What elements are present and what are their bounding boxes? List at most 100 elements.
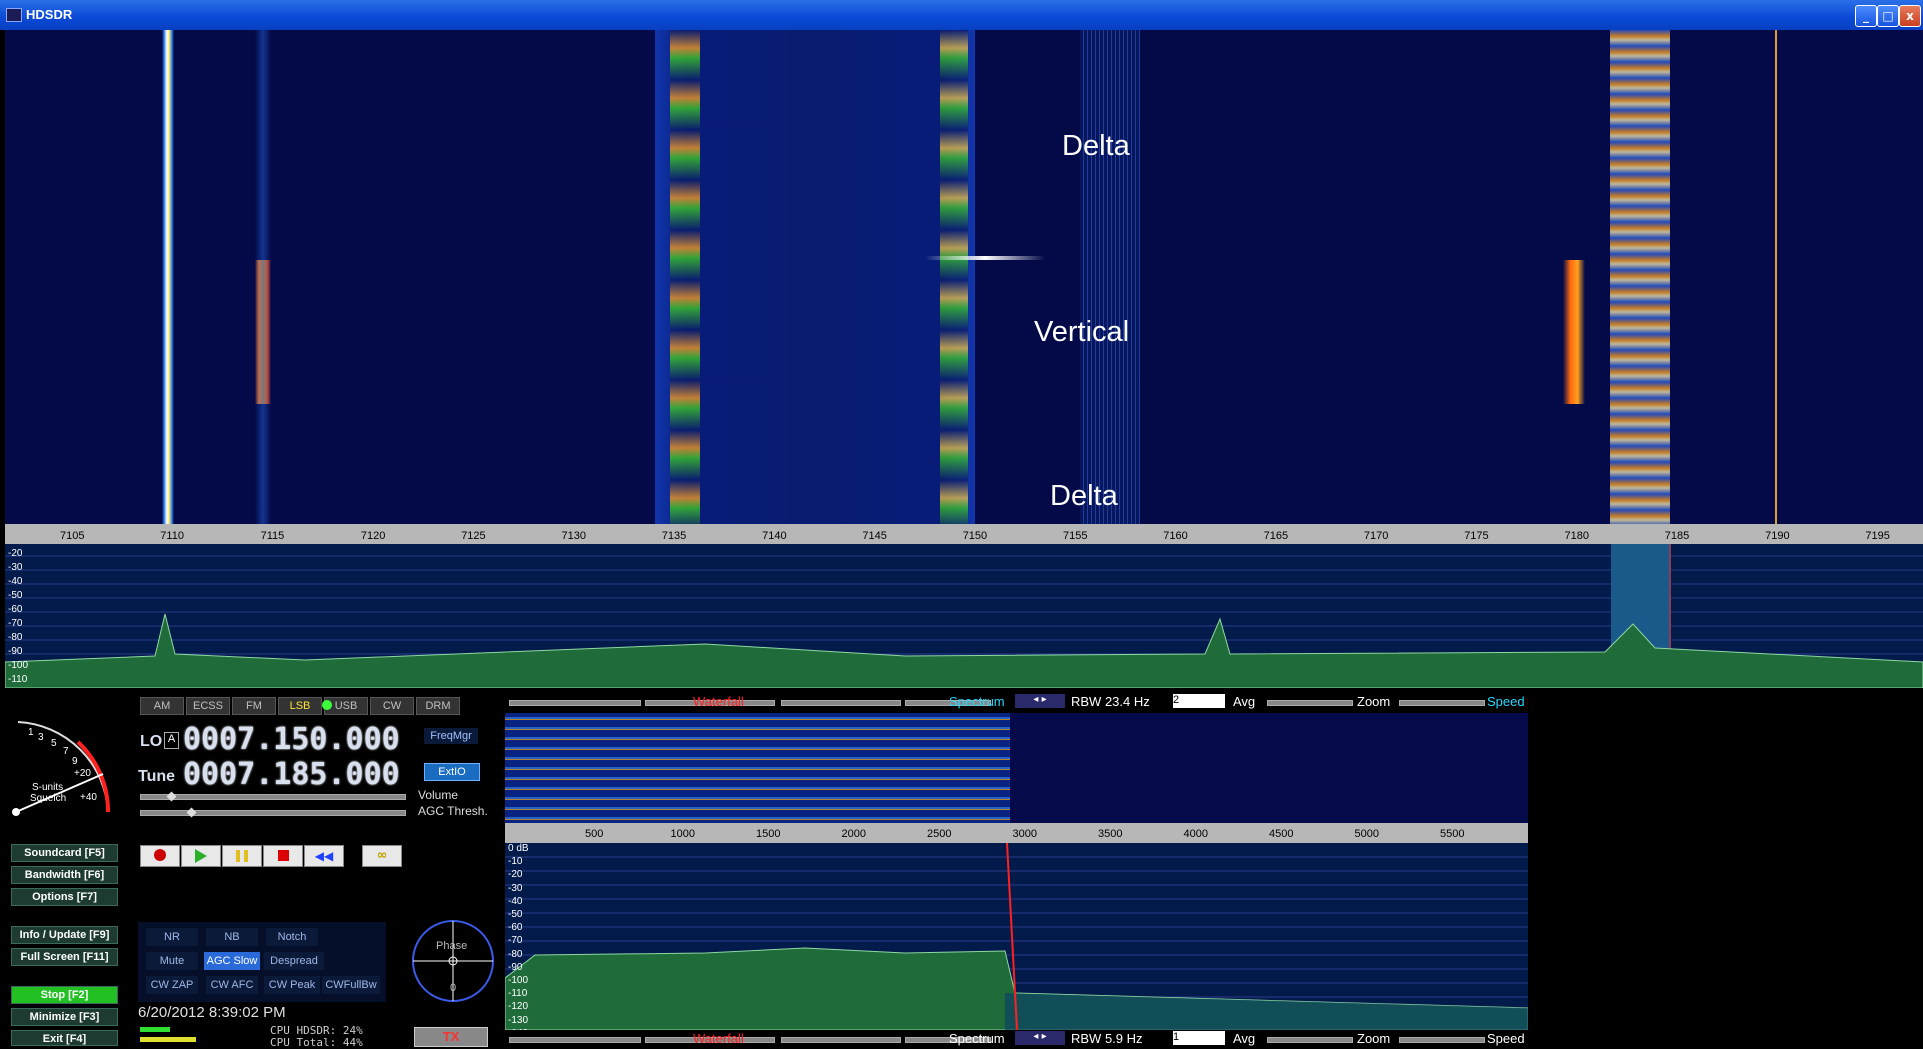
stop-button[interactable]: Stop [F2] bbox=[11, 986, 118, 1004]
audio-db-label: -20 bbox=[508, 869, 523, 881]
top-rbw-label: RBW 23.4 Hz bbox=[1071, 694, 1150, 709]
agc-thresh-label: AGC Thresh. bbox=[418, 804, 488, 818]
volume-slider[interactable] bbox=[140, 794, 406, 800]
freq-tick: 7185 bbox=[1664, 530, 1690, 542]
bottom-zoom-slider[interactable] bbox=[1267, 1037, 1353, 1043]
audio-db-label: -60 bbox=[508, 922, 523, 934]
maximize-window-button[interactable]: □ bbox=[1877, 5, 1899, 27]
freq-tick: 7125 bbox=[461, 530, 486, 542]
audio-db-label: -130 bbox=[508, 1014, 529, 1026]
mode-drm-button[interactable]: DRM bbox=[416, 697, 460, 715]
audio-db-label: -10 bbox=[508, 856, 523, 868]
lo-lock-badge[interactable]: A bbox=[164, 732, 179, 749]
nr-button[interactable]: NR bbox=[146, 928, 198, 946]
top-rbw-stepper[interactable]: ◂ ▸ bbox=[1015, 694, 1065, 708]
bottom-rbw-stepper[interactable]: ◂ ▸ bbox=[1015, 1031, 1065, 1045]
bottom-waterfall-label: Waterfall bbox=[693, 1031, 744, 1046]
rewind-button[interactable]: ◀◀ bbox=[304, 845, 344, 867]
cw-afc-button[interactable]: CW AFC bbox=[206, 976, 258, 994]
record-button[interactable] bbox=[140, 845, 180, 867]
cpu-hdsdr-bar bbox=[140, 1027, 170, 1032]
close-window-button[interactable]: x bbox=[1899, 5, 1921, 27]
phase-value: 0 bbox=[450, 982, 457, 994]
mode-am-button[interactable]: AM bbox=[140, 697, 184, 715]
stop-playback-button[interactable] bbox=[263, 845, 303, 867]
top-spectrum-slider-1[interactable] bbox=[781, 700, 901, 706]
bottom-spectrum-slider-1[interactable] bbox=[781, 1037, 901, 1043]
audio-db-label: -30 bbox=[508, 882, 523, 894]
audio-freq-tick: 500 bbox=[585, 828, 604, 840]
s-meter bbox=[12, 721, 111, 816]
lo-frequency[interactable]: 0007.150.000 bbox=[183, 722, 400, 757]
extio-button[interactable]: ExtIO bbox=[424, 763, 480, 781]
freq-tick: 7120 bbox=[360, 530, 386, 542]
top-avg-value: 2 bbox=[1173, 694, 1180, 706]
top-waterfall-label: Waterfall bbox=[693, 694, 744, 709]
mode-fm-button[interactable]: FM bbox=[232, 697, 276, 715]
label-vertical: Vertical bbox=[1034, 316, 1130, 348]
top-zoom-slider[interactable] bbox=[1267, 700, 1353, 706]
spectrum-db-label: -70 bbox=[8, 618, 23, 629]
bottom-avg-select[interactable]: 1 bbox=[1173, 1031, 1225, 1045]
audio-waterfall[interactable] bbox=[505, 713, 1528, 823]
freq-tick: 7105 bbox=[60, 530, 85, 542]
freq-tick: 7150 bbox=[962, 530, 988, 542]
bottom-speed-label: Speed bbox=[1487, 1031, 1525, 1046]
window-title: HDSDR bbox=[26, 7, 73, 22]
nb-button[interactable]: NB bbox=[206, 928, 258, 946]
audio-freq-tick: 2500 bbox=[927, 828, 952, 840]
bottom-speed-slider[interactable] bbox=[1399, 1037, 1485, 1043]
cw-zap-button[interactable]: CW ZAP bbox=[146, 976, 198, 994]
mode-cw-button[interactable]: CW bbox=[370, 697, 414, 715]
play-button[interactable] bbox=[181, 845, 221, 867]
audio-freq-tick: 1000 bbox=[670, 828, 695, 840]
options-button[interactable]: Options [F7] bbox=[11, 888, 118, 906]
s-scale-plus20: +20 bbox=[74, 768, 91, 779]
minimize-window-button[interactable]: _ bbox=[1855, 5, 1877, 27]
loop-button[interactable]: ∞ bbox=[362, 845, 402, 867]
phase-label: Phase bbox=[436, 940, 468, 952]
s-scale-5: 5 bbox=[51, 738, 57, 749]
info-update-button[interactable]: Info / Update [F9] bbox=[11, 926, 118, 944]
soundcard-button[interactable]: Soundcard [F5] bbox=[11, 844, 118, 862]
agc-slow-button[interactable]: AGC Slow bbox=[204, 952, 260, 970]
tune-frequency[interactable]: 0007.185.000 bbox=[183, 757, 400, 792]
bottom-zoom-label: Zoom bbox=[1357, 1031, 1391, 1046]
main-spectrum[interactable]: -20 -30 -40 -50 -60 -70 -80 -90 -100 -110 bbox=[5, 544, 1923, 688]
cw-peak-button[interactable]: CW Peak bbox=[264, 976, 320, 994]
audio-freq-tick: 4500 bbox=[1269, 828, 1294, 840]
bandwidth-button[interactable]: Bandwidth [F6] bbox=[11, 866, 118, 884]
spectrum-db-label: -90 bbox=[8, 646, 23, 657]
mode-ecss-button[interactable]: ECSS bbox=[186, 697, 230, 715]
cw-fullbw-button[interactable]: CWFullBw bbox=[322, 976, 380, 994]
spectrum-db-label: -40 bbox=[8, 576, 23, 587]
freq-tick: 7180 bbox=[1564, 530, 1589, 542]
exit-button[interactable]: Exit [F4] bbox=[11, 1030, 118, 1046]
despread-button[interactable]: Despread bbox=[264, 952, 324, 970]
top-avg-select[interactable]: 2 bbox=[1173, 694, 1225, 708]
minimize-button[interactable]: Minimize [F3] bbox=[11, 1008, 118, 1026]
agc-threshold-slider[interactable] bbox=[140, 810, 406, 816]
frequency-axis[interactable]: 7105 7110 7115 7120 7125 7130 7135 7140 7145 7150… bbox=[5, 524, 1923, 544]
tx-button[interactable]: TX bbox=[414, 1027, 488, 1047]
audio-spectrum-trace bbox=[505, 843, 1528, 1030]
bottom-avg-value: 1 bbox=[1173, 1031, 1180, 1043]
audio-spectrum[interactable]: 0 dB -10 -20 -30 -40 -50 -60 -70 -80 -90 -100 -110-… bbox=[505, 843, 1528, 1030]
audio-frequency-axis[interactable]: 500 1000 1500 2000 2500 3000 3500 4000 4500 5000 5… bbox=[505, 823, 1528, 843]
mode-lsb-button[interactable]: LSB bbox=[278, 697, 322, 715]
audio-db-label: -70 bbox=[508, 935, 523, 947]
top-avg-label: Avg bbox=[1233, 694, 1256, 709]
top-waterfall-slider-1[interactable] bbox=[509, 700, 641, 706]
notch-button[interactable]: Notch bbox=[266, 928, 318, 946]
top-speed-slider[interactable] bbox=[1399, 700, 1485, 706]
s-scale-plus40: +40 bbox=[80, 792, 97, 803]
digital-signals bbox=[1080, 30, 1140, 524]
audio-waterfall-signal bbox=[505, 713, 1010, 823]
freqmgr-button[interactable]: FreqMgr bbox=[424, 728, 478, 744]
full-screen-button[interactable]: Full Screen [F11] bbox=[11, 948, 118, 966]
tune-label: Tune bbox=[138, 768, 176, 785]
mute-button[interactable]: Mute bbox=[146, 952, 198, 970]
bottom-waterfall-slider-1[interactable] bbox=[509, 1037, 641, 1043]
main-waterfall[interactable]: Delta Vertical Delta bbox=[5, 30, 1923, 524]
pause-button[interactable] bbox=[222, 845, 262, 867]
